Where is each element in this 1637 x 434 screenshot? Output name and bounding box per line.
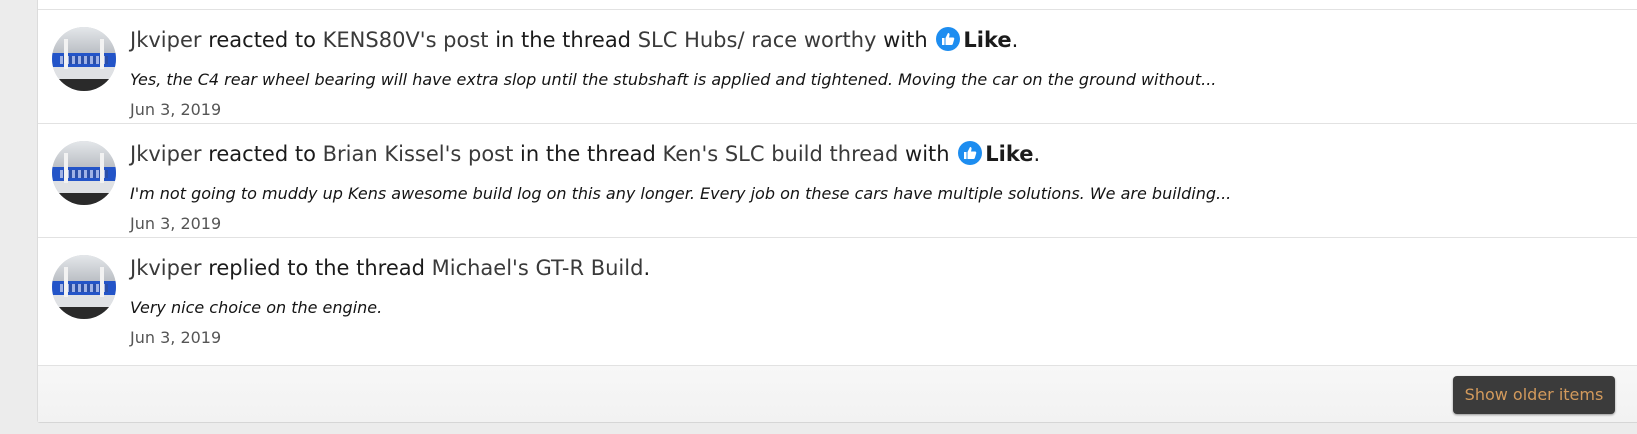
item-date[interactable]: Jun 3, 2019 bbox=[130, 213, 221, 235]
post-snippet[interactable]: I'm not going to muddy up Kens awesome b… bbox=[130, 183, 1231, 205]
feed-item: Jkviper replied to the thread Michael's … bbox=[38, 237, 1637, 365]
user-avatar[interactable] bbox=[52, 255, 116, 319]
user-link[interactable]: Jkviper bbox=[130, 256, 202, 280]
thread-link[interactable]: Michael's GT-R Build bbox=[432, 256, 644, 280]
feed-item: Jkviper reacted to KENS80V's post in the… bbox=[38, 9, 1637, 127]
reaction-label: Like bbox=[985, 142, 1034, 166]
show-older-items-button[interactable]: Show older items bbox=[1453, 376, 1615, 414]
thumbs-up-icon bbox=[936, 27, 961, 51]
feed-item-title: Jkviper reacted to KENS80V's post in the… bbox=[130, 25, 1018, 55]
action-text: reacted to bbox=[201, 28, 323, 52]
item-date[interactable]: Jun 3, 2019 bbox=[130, 327, 221, 349]
post-link[interactable]: KENS80V's post bbox=[323, 28, 489, 52]
with-text: with bbox=[876, 28, 935, 52]
feed-footer: Show older items bbox=[38, 365, 1637, 422]
action-text: replied to the thread bbox=[201, 256, 432, 280]
thread-link[interactable]: Ken's SLC build thread bbox=[663, 142, 899, 166]
feed-item-title: Jkviper replied to the thread Michael's … bbox=[130, 253, 650, 283]
thread-prefix-text: in the thread bbox=[513, 142, 663, 166]
with-text: with bbox=[898, 142, 957, 166]
title-end: . bbox=[1011, 28, 1019, 52]
user-link[interactable]: Jkviper bbox=[130, 28, 202, 52]
post-snippet[interactable]: Yes, the C4 rear wheel bearing will have… bbox=[130, 69, 1216, 91]
item-date[interactable]: Jun 3, 2019 bbox=[130, 99, 221, 121]
user-avatar[interactable] bbox=[52, 27, 116, 91]
title-end: . bbox=[643, 256, 651, 280]
user-avatar[interactable] bbox=[52, 141, 116, 205]
feed-item-title: Jkviper reacted to Brian Kissel's post i… bbox=[130, 139, 1040, 169]
user-link[interactable]: Jkviper bbox=[130, 142, 202, 166]
post-link[interactable]: Brian Kissel's post bbox=[323, 142, 514, 166]
news-feed-panel: Jkviper reacted to KENS80V's post in the… bbox=[37, 0, 1637, 423]
feed-item: Jkviper reacted to Brian Kissel's post i… bbox=[38, 123, 1637, 241]
post-snippet[interactable]: Very nice choice on the engine. bbox=[130, 297, 382, 319]
thread-prefix-text: in the thread bbox=[488, 28, 638, 52]
title-end: . bbox=[1033, 142, 1041, 166]
reaction-label: Like bbox=[963, 28, 1012, 52]
action-text: reacted to bbox=[201, 142, 323, 166]
thread-link[interactable]: SLC Hubs/ race worthy bbox=[638, 28, 877, 52]
thumbs-up-icon bbox=[958, 141, 983, 165]
